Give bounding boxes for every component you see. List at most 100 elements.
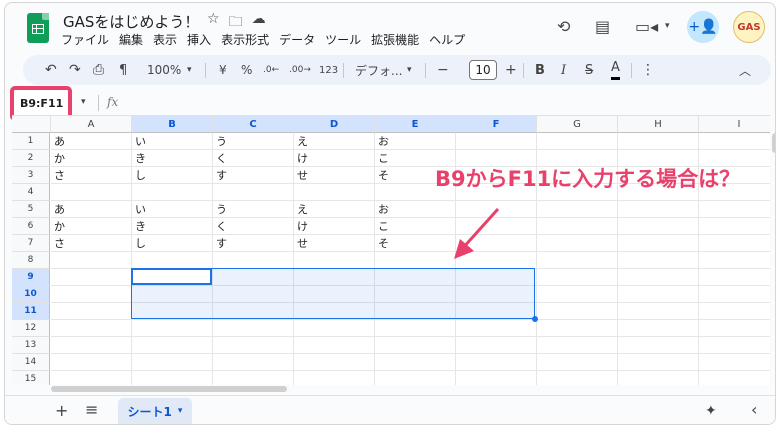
cell-I12[interactable] <box>699 320 770 337</box>
cell-D6[interactable]: け <box>294 218 375 235</box>
cell-I13[interactable] <box>699 337 770 354</box>
cell-G15[interactable] <box>537 371 618 385</box>
cell-D13[interactable] <box>294 337 375 354</box>
cell-B8[interactable] <box>132 252 213 269</box>
cell-I7[interactable] <box>699 235 770 252</box>
sheets-logo-icon[interactable] <box>27 13 49 43</box>
cell-E14[interactable] <box>375 354 456 371</box>
cell-E15[interactable] <box>375 371 456 385</box>
cell-D4[interactable] <box>294 184 375 201</box>
cell-I1[interactable] <box>699 133 770 150</box>
cell-H12[interactable] <box>618 320 699 337</box>
document-title[interactable]: GASをはじめよう！ <box>63 11 199 32</box>
all-sheets-button[interactable]: ≡ <box>85 400 98 419</box>
redo-button[interactable]: ↷ <box>69 55 81 85</box>
collapse-panel-icon[interactable]: ‹ <box>751 400 757 419</box>
cell-E8[interactable] <box>375 252 456 269</box>
menu-item-1[interactable]: 編集 <box>119 31 143 48</box>
menu-item-3[interactable]: 挿入 <box>187 31 211 48</box>
row-header-9[interactable]: 9 <box>12 269 50 286</box>
cell-B5[interactable]: い <box>132 201 213 218</box>
cell-C5[interactable]: う <box>213 201 294 218</box>
cell-A2[interactable]: か <box>51 150 132 167</box>
horizontal-scrollbar[interactable] <box>51 386 287 392</box>
cell-B13[interactable] <box>132 337 213 354</box>
cell-A4[interactable] <box>51 184 132 201</box>
font-select[interactable]: デフォ... <box>355 55 402 85</box>
cell-A11[interactable] <box>51 303 132 320</box>
menu-item-8[interactable]: ヘルプ <box>429 31 465 48</box>
cell-B4[interactable] <box>132 184 213 201</box>
number-format-button[interactable]: 123 <box>319 55 338 85</box>
column-header-G[interactable]: G <box>537 116 618 133</box>
menu-item-6[interactable]: ツール <box>325 31 361 48</box>
row-header-2[interactable]: 2 <box>12 150 50 167</box>
cell-C15[interactable] <box>213 371 294 385</box>
cell-C6[interactable]: く <box>213 218 294 235</box>
select-all-corner[interactable] <box>12 116 51 133</box>
menu-item-7[interactable]: 拡張機能 <box>371 31 419 48</box>
cell-I14[interactable] <box>699 354 770 371</box>
cell-I9[interactable] <box>699 269 770 286</box>
zoom-select[interactable]: 100% <box>147 55 181 85</box>
cell-H7[interactable] <box>618 235 699 252</box>
cell-B7[interactable]: し <box>132 235 213 252</box>
cell-H14[interactable] <box>618 354 699 371</box>
cell-H8[interactable] <box>618 252 699 269</box>
cell-E12[interactable] <box>375 320 456 337</box>
cell-C4[interactable] <box>213 184 294 201</box>
strikethrough-button[interactable]: S <box>585 55 593 85</box>
cell-G7[interactable] <box>537 235 618 252</box>
zoom-chevron-icon[interactable]: ▾ <box>187 55 192 85</box>
cell-H13[interactable] <box>618 337 699 354</box>
cell-G8[interactable] <box>537 252 618 269</box>
menu-item-5[interactable]: データ <box>279 31 315 48</box>
tab-sheet1[interactable]: シート1 ▾ <box>118 398 192 424</box>
cell-B14[interactable] <box>132 354 213 371</box>
font-size-input[interactable]: 10 <box>469 60 497 80</box>
vertical-scrollbar[interactable] <box>772 133 775 153</box>
row-header-15[interactable]: 15 <box>12 371 50 385</box>
fill-handle[interactable] <box>532 316 538 322</box>
percent-button[interactable]: % <box>241 55 252 85</box>
cell-F15[interactable] <box>456 371 537 385</box>
row-header-13[interactable]: 13 <box>12 337 50 354</box>
cell-D14[interactable] <box>294 354 375 371</box>
cell-B15[interactable] <box>132 371 213 385</box>
cell-G10[interactable] <box>537 286 618 303</box>
row-header-7[interactable]: 7 <box>12 235 50 252</box>
cell-F14[interactable] <box>456 354 537 371</box>
cell-B2[interactable]: き <box>132 150 213 167</box>
cell-D3[interactable]: せ <box>294 167 375 184</box>
cell-A14[interactable] <box>51 354 132 371</box>
cell-B6[interactable]: き <box>132 218 213 235</box>
cell-C12[interactable] <box>213 320 294 337</box>
column-header-E[interactable]: E <box>375 116 456 133</box>
cell-G6[interactable] <box>537 218 618 235</box>
row-header-11[interactable]: 11 <box>12 303 50 320</box>
cell-E5[interactable]: お <box>375 201 456 218</box>
cell-F13[interactable] <box>456 337 537 354</box>
row-header-4[interactable]: 4 <box>12 184 50 201</box>
meet-icon[interactable]: ▭◂ <box>635 17 658 36</box>
cell-H5[interactable] <box>618 201 699 218</box>
menu-item-4[interactable]: 表示形式 <box>221 31 269 48</box>
bold-button[interactable]: B <box>535 55 545 85</box>
cell-grid[interactable]: ABCDEFGHI1あいうえお2かきくけこ3さしすせそ45あいうえお6かきくけこ… <box>12 115 770 385</box>
row-header-6[interactable]: 6 <box>12 218 50 235</box>
increase-decimal-button[interactable]: .00→ <box>289 55 311 85</box>
cell-D5[interactable]: え <box>294 201 375 218</box>
cell-G13[interactable] <box>537 337 618 354</box>
cell-H10[interactable] <box>618 286 699 303</box>
cell-G1[interactable] <box>537 133 618 150</box>
cell-C1[interactable]: う <box>213 133 294 150</box>
cell-D2[interactable]: け <box>294 150 375 167</box>
cell-I8[interactable] <box>699 252 770 269</box>
collapse-toolbar-icon[interactable]: ︿ <box>739 55 751 85</box>
avatar[interactable]: GAS <box>733 11 765 43</box>
cell-C7[interactable]: す <box>213 235 294 252</box>
cell-B1[interactable]: い <box>132 133 213 150</box>
column-header-F[interactable]: F <box>456 116 537 133</box>
cell-A5[interactable]: あ <box>51 201 132 218</box>
cell-F12[interactable] <box>456 320 537 337</box>
